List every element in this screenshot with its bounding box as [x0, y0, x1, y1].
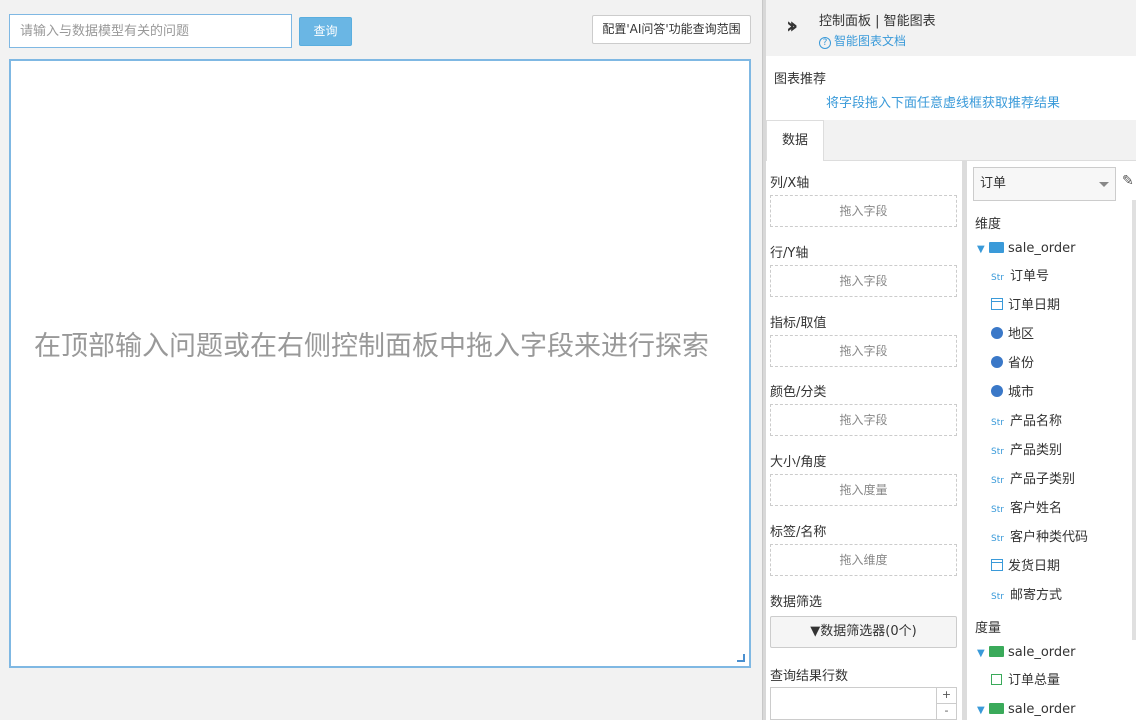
- panel-title: 控制面板 | 智能图表: [819, 14, 936, 29]
- canvas-hint: 在顶部输入问题或在右侧控制面板中拖入字段来进行探索: [34, 331, 709, 362]
- measure-folder[interactable]: ▼ sale_order: [977, 643, 1076, 663]
- doc-link[interactable]: ? 智能图表文档: [819, 32, 906, 49]
- drop-zone-label[interactable]: 拖入维度: [770, 544, 957, 576]
- field-label: 产品类别: [1010, 443, 1063, 458]
- field-label: 客户姓名: [1010, 501, 1063, 516]
- increment-button[interactable]: +: [936, 688, 956, 704]
- data-filter-button[interactable]: ▼数据筛选器(0个): [770, 616, 957, 648]
- field-label: 邮寄方式: [1010, 588, 1063, 603]
- dimensions-label: 维度: [975, 217, 1002, 232]
- pencil-icon[interactable]: ✎: [1122, 173, 1134, 189]
- resize-handle-icon[interactable]: [737, 654, 745, 662]
- string-type-icon: Str: [991, 476, 1004, 486]
- field-item[interactable]: Str 邮寄方式: [991, 586, 1062, 606]
- panel-tabs: 数据: [766, 120, 1136, 161]
- chevron-down-icon: ▼: [977, 244, 985, 255]
- panel-header: ›› 控制面板 | 智能图表 ? 智能图表文档: [766, 0, 1136, 56]
- field-label: 产品名称: [1010, 414, 1063, 429]
- drop-zone-x[interactable]: 拖入字段: [770, 195, 957, 227]
- field-label: 订单号: [1010, 269, 1050, 284]
- string-type-icon: Str: [991, 592, 1004, 602]
- drop-zone-y[interactable]: 拖入字段: [770, 265, 957, 297]
- string-type-icon: Str: [991, 447, 1004, 457]
- field-item[interactable]: Str 产品名称: [991, 412, 1062, 432]
- field-item[interactable]: Str 客户种类代码: [991, 528, 1088, 548]
- config-ai-scope-button[interactable]: 配置'AI问答'功能查询范围: [592, 15, 751, 44]
- string-type-icon: Str: [991, 505, 1004, 515]
- measures-label: 度量: [975, 621, 1002, 636]
- field-item[interactable]: 发货日期: [991, 557, 1060, 577]
- shelf-label: 指标/取值: [770, 316, 827, 331]
- shelf-label: 标签/名称: [770, 525, 827, 540]
- string-type-icon: Str: [991, 418, 1004, 428]
- chevron-down-icon: ▼: [977, 648, 985, 659]
- shelf-label: 颜色/分类: [770, 385, 827, 400]
- shelf-label: 列/X轴: [770, 176, 810, 191]
- measure-icon: [991, 674, 1002, 685]
- query-button[interactable]: 查询: [299, 17, 352, 46]
- drop-zone-size[interactable]: 拖入度量: [770, 474, 957, 506]
- field-label: 产品子类别: [1010, 472, 1076, 487]
- field-item[interactable]: 订单日期: [991, 296, 1060, 316]
- folder-label: sale_order: [1008, 702, 1076, 717]
- dimension-folder[interactable]: ▼ sale_order: [977, 239, 1076, 259]
- field-label: 地区: [1008, 327, 1035, 342]
- chevron-down-icon: ▼: [977, 705, 985, 716]
- drop-zone-color[interactable]: 拖入字段: [770, 404, 957, 436]
- shelf-label: 行/Y轴: [770, 246, 809, 261]
- control-panel: ›› 控制面板 | 智能图表 ? 智能图表文档 图表推荐 将字段拖入下面任意虚线框…: [766, 0, 1136, 720]
- field-label: 省份: [1008, 356, 1035, 371]
- field-label: 发货日期: [1008, 559, 1061, 574]
- filter-button-label: 数据筛选器(0个): [820, 624, 917, 639]
- folder-label: sale_order: [1008, 645, 1076, 660]
- field-item[interactable]: 订单总量: [991, 671, 1060, 691]
- measure-folder[interactable]: ▼ sale_order: [977, 700, 1076, 720]
- field-item[interactable]: Str 产品类别: [991, 441, 1062, 461]
- field-item[interactable]: 省份: [991, 354, 1034, 374]
- model-select-value: 订单: [980, 176, 1007, 191]
- help-icon: ?: [819, 37, 831, 49]
- field-item[interactable]: Str 客户姓名: [991, 499, 1062, 519]
- filter-label: 数据筛选: [770, 595, 823, 610]
- field-item[interactable]: 地区: [991, 325, 1034, 345]
- chart-canvas[interactable]: 在顶部输入问题或在右侧控制面板中拖入字段来进行探索: [9, 59, 751, 668]
- field-item[interactable]: Str 产品子类别: [991, 470, 1075, 490]
- shelves-column: 列/X轴 拖入字段 行/Y轴 拖入字段 指标/取值 拖入字段 颜色/分类 拖入字…: [766, 161, 962, 720]
- string-type-icon: Str: [991, 273, 1004, 283]
- folder-icon: [989, 242, 1004, 253]
- model-select[interactable]: 订单: [973, 167, 1116, 201]
- field-label: 城市: [1008, 385, 1035, 400]
- folder-icon: [989, 703, 1004, 714]
- string-type-icon: Str: [991, 534, 1004, 544]
- globe-icon: [991, 327, 1003, 339]
- globe-icon: [991, 356, 1003, 368]
- filter-icon: ▼: [810, 624, 821, 639]
- field-tree: 订单 ✎ 维度 ▼ sale_order Str 订单号 订单日期 地区 省份 城市…: [967, 161, 1136, 720]
- rows-label: 查询结果行数: [770, 669, 849, 684]
- field-item[interactable]: Str 订单号: [991, 267, 1049, 287]
- scrollbar[interactable]: [1132, 200, 1136, 640]
- shelf-label: 大小/角度: [770, 455, 827, 470]
- decrement-button[interactable]: -: [936, 704, 956, 720]
- field-item[interactable]: 城市: [991, 383, 1034, 403]
- main-area: 查询 配置'AI问答'功能查询范围 在顶部输入问题或在右侧控制面板中拖入字段来进…: [0, 0, 762, 720]
- field-label: 客户种类代码: [1010, 530, 1089, 545]
- globe-icon: [991, 385, 1003, 397]
- folder-label: sale_order: [1008, 241, 1076, 256]
- field-label: 订单总量: [1008, 673, 1061, 688]
- tab-data[interactable]: 数据: [766, 120, 824, 161]
- collapse-panel-icon[interactable]: ››: [786, 14, 798, 39]
- calendar-icon: [991, 559, 1003, 571]
- rows-input[interactable]: + -: [770, 687, 957, 720]
- chevron-down-icon: [1099, 182, 1109, 187]
- question-input[interactable]: [9, 14, 292, 48]
- doc-link-label: 智能图表文档: [834, 34, 907, 48]
- recommend-label: 图表推荐: [774, 72, 827, 87]
- recommend-hint: 将字段拖入下面任意虚线框获取推荐结果: [826, 96, 1061, 111]
- field-label: 订单日期: [1008, 298, 1061, 313]
- calendar-icon: [991, 298, 1003, 310]
- drop-zone-metric[interactable]: 拖入字段: [770, 335, 957, 367]
- folder-icon: [989, 646, 1004, 657]
